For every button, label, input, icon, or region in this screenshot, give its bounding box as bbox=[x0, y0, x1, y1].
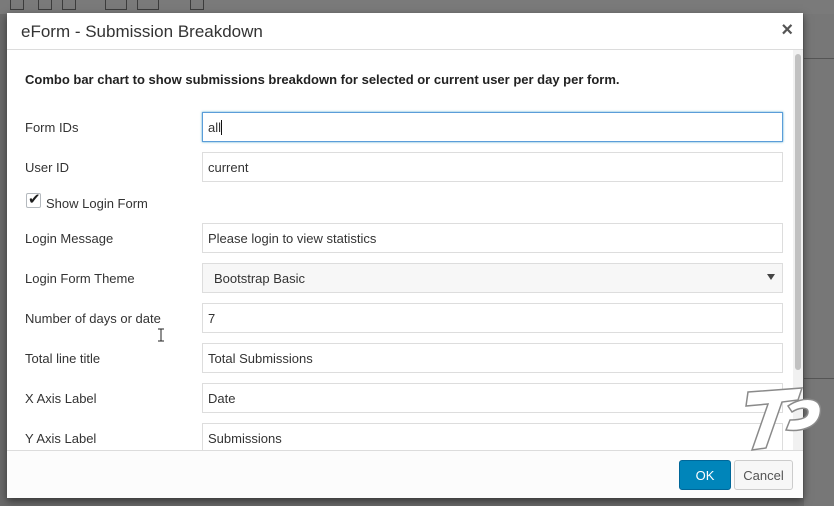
chart-icon bbox=[137, 0, 159, 10]
mail-icon bbox=[190, 0, 204, 10]
login-form-theme-select[interactable]: Bootstrap Basic bbox=[202, 263, 783, 293]
toolbar-icon bbox=[62, 0, 76, 10]
watermark-logo bbox=[745, 387, 822, 451]
login-form-theme-value: Bootstrap Basic bbox=[214, 271, 306, 286]
dialog-footer: OK Cancel bbox=[7, 450, 803, 498]
link-icon bbox=[10, 0, 24, 10]
submission-breakdown-dialog: eForm - Submission Breakdown × Combo bar… bbox=[7, 13, 803, 498]
total-line-title-input[interactable]: Total Submissions bbox=[202, 343, 783, 373]
table-icon bbox=[105, 0, 127, 10]
text-caret bbox=[221, 120, 223, 135]
scrollbar-thumb[interactable] bbox=[795, 54, 801, 370]
login-message-input[interactable]: Please login to view statistics bbox=[202, 223, 783, 253]
close-icon[interactable]: × bbox=[781, 19, 793, 41]
x-axis-label-input[interactable]: Date bbox=[202, 383, 783, 413]
form-ids-value: all bbox=[208, 120, 222, 135]
login-message-label: Login Message bbox=[25, 231, 114, 246]
show-login-form-label[interactable]: Show Login Form bbox=[46, 196, 148, 211]
user-id-input[interactable]: current bbox=[202, 152, 783, 182]
divider bbox=[804, 378, 834, 379]
dialog-title: eForm - Submission Breakdown bbox=[21, 22, 263, 41]
number-of-days-input[interactable]: 7 bbox=[202, 303, 783, 333]
show-login-form-checkbox[interactable]: ✔ bbox=[26, 190, 41, 208]
x-axis-label-label: X Axis Label bbox=[25, 391, 97, 406]
checkmark-icon: ✔ bbox=[28, 190, 41, 208]
dialog-description: Combo bar chart to show submissions brea… bbox=[25, 72, 620, 87]
form-ids-input[interactable]: all bbox=[202, 112, 783, 142]
y-axis-label-label: Y Axis Label bbox=[25, 431, 97, 446]
dialog-header: eForm - Submission Breakdown × bbox=[7, 13, 803, 50]
total-line-title-label: Total line title bbox=[25, 351, 101, 366]
form-ids-label: Form IDs bbox=[25, 120, 79, 135]
unlink-icon bbox=[38, 0, 52, 10]
ok-button[interactable]: OK bbox=[679, 460, 731, 490]
dialog-body: Combo bar chart to show submissions brea… bbox=[7, 50, 803, 450]
text-cursor-icon bbox=[158, 328, 164, 342]
chevron-down-icon bbox=[767, 274, 775, 280]
number-of-days-label: Number of days or date bbox=[25, 311, 161, 326]
divider bbox=[804, 58, 834, 59]
y-axis-label-input[interactable]: Submissions bbox=[202, 423, 783, 450]
login-form-theme-label: Login Form Theme bbox=[25, 271, 135, 286]
background-toolbar bbox=[0, 0, 834, 14]
cancel-button[interactable]: Cancel bbox=[734, 460, 793, 490]
user-id-label: User ID bbox=[25, 160, 70, 175]
